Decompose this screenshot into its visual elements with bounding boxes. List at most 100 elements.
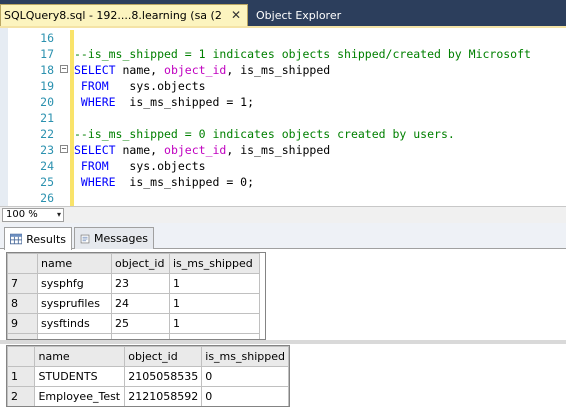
cell-name[interactable]: sysftinds — [37, 313, 112, 334]
code-token: , — [150, 63, 165, 77]
cell-name[interactable]: STUDENTS — [34, 366, 126, 387]
code-token: , is_ms_shipped — [226, 143, 331, 157]
code-token: , is_ms_shipped — [226, 63, 331, 77]
collapse-icon[interactable]: − — [60, 145, 68, 153]
row-number[interactable]: 1 — [7, 366, 36, 387]
change-indicator — [70, 190, 74, 206]
table-row[interactable]: 9 sysftinds 25 1 — [7, 313, 260, 334]
code-token: --is_ms_shipped = 0 indicates objects cr… — [74, 127, 455, 141]
line-number: 23 — [40, 143, 54, 157]
code-line[interactable]: 22 --is_ms_shipped = 0 indicates objects … — [8, 126, 566, 142]
document-tab-strip: SQLQuery8.sql - 192....8.learning (sa (2… — [0, 0, 566, 26]
zoom-value: 100 % — [6, 209, 38, 220]
cell-is-ms-shipped[interactable]: 0 — [201, 366, 289, 387]
code-token: SELECT — [74, 63, 116, 77]
row-number[interactable]: 8 — [7, 293, 38, 314]
code-token: object_id — [164, 63, 227, 77]
cell-object-id[interactable]: 23 — [111, 273, 170, 294]
results-pane: Results Messages name object_id is_ms_sh… — [0, 223, 566, 416]
tab-title: SQLQuery8.sql - 192....8.learning (sa (2… — [4, 9, 222, 22]
line-number: 20 — [40, 95, 54, 109]
code-text: --is_ms_shipped = 0 indicates objects cr… — [74, 126, 455, 142]
code-token: WHERE — [74, 95, 116, 109]
tab-messages[interactable]: Messages — [74, 227, 154, 249]
results-grid-2[interactable]: name object_id is_ms_shipped 1 STUDENTS … — [6, 345, 290, 407]
cell-is-ms-shipped[interactable]: 1 — [169, 313, 260, 334]
tab-sqlquery8[interactable]: SQLQuery8.sql - 192....8.learning (sa (2… — [0, 4, 248, 26]
column-header-name[interactable]: name — [37, 253, 112, 274]
tab-object-explorer[interactable]: Object Explorer — [250, 6, 347, 26]
code-line[interactable]: 20 WHERE is_ms_shipped = 1; — [8, 94, 566, 110]
column-header-is-ms-shipped[interactable]: is_ms_shipped — [169, 253, 260, 274]
cell-object-id[interactable]: 2121058592 — [124, 386, 203, 406]
code-line[interactable]: 21 — [8, 110, 566, 126]
code-line[interactable]: 18− SELECT name, object_id, is_ms_shipped — [8, 62, 566, 78]
code-line[interactable]: 24 FROM sys.objects — [8, 158, 566, 174]
row-number[interactable]: 9 — [7, 313, 38, 334]
code-token: sys.objects — [108, 159, 206, 173]
code-text: WHERE is_ms_shipped = 0; — [74, 174, 254, 190]
table-row[interactable]: 2 Employee_Test 2121058592 0 — [7, 386, 289, 406]
code-line[interactable]: 17 --is_ms_shipped = 1 indicates objects … — [8, 46, 566, 62]
header-row: name object_id is_ms_shipped — [7, 346, 289, 367]
cell-name[interactable]: sysprufiles — [37, 293, 112, 314]
collapse-icon[interactable]: − — [60, 65, 68, 73]
code-token: name — [115, 63, 151, 77]
row-number[interactable]: 2 — [7, 386, 36, 406]
results-table-2: name object_id is_ms_shipped 1 STUDENTS … — [7, 346, 289, 406]
cell-object-id[interactable]: 25 — [111, 313, 170, 334]
change-indicator — [70, 30, 74, 46]
close-icon[interactable]: ✕ — [229, 8, 243, 22]
column-header-object-id[interactable]: object_id — [124, 346, 203, 367]
code-line[interactable]: 26 — [8, 190, 566, 206]
chevron-down-icon: ▾ — [56, 210, 61, 219]
zoom-select[interactable]: 100 % ▾ — [2, 208, 64, 222]
line-number: 17 — [40, 47, 54, 61]
cell-is-ms-shipped[interactable]: 1 — [169, 293, 260, 314]
code-token: is_ms_shipped = 0; — [115, 175, 255, 189]
row-header-corner[interactable] — [7, 346, 36, 367]
code-line[interactable]: 25 WHERE is_ms_shipped = 0; — [8, 174, 566, 190]
cell-name[interactable]: sysphfg — [37, 273, 112, 294]
code-text: SELECT name, object_id, is_ms_shipped — [74, 142, 330, 158]
line-number: 21 — [40, 111, 54, 125]
cell-name[interactable]: Employee_Test — [34, 386, 126, 406]
line-number: 26 — [40, 191, 54, 205]
grid-splitter[interactable] — [0, 340, 566, 344]
cell-is-ms-shipped[interactable]: 1 — [169, 273, 260, 294]
tab-results[interactable]: Results — [4, 227, 72, 250]
query-editor[interactable]: 16 17 --is_ms_shipped = 1 indicates object… — [0, 26, 566, 206]
table-row[interactable]: 1 STUDENTS 2105058535 0 — [7, 366, 289, 387]
tab-results-label: Results — [26, 232, 66, 246]
tab-messages-label: Messages — [94, 232, 148, 245]
selection-margin — [0, 28, 8, 206]
row-number[interactable]: 7 — [7, 273, 38, 294]
column-header-name[interactable]: name — [34, 346, 126, 367]
results-grid-1[interactable]: name object_id is_ms_shipped 7 sysphfg 2… — [6, 252, 266, 340]
code-line[interactable]: 19 FROM sys.objects — [8, 78, 566, 94]
code-token: FROM — [74, 79, 109, 93]
code-token: object_id — [164, 143, 227, 157]
grid-icon — [10, 233, 23, 245]
table-row[interactable]: 7 sysphfg 23 1 — [7, 273, 260, 294]
results-table-1: name object_id is_ms_shipped 7 sysphfg 2… — [7, 253, 260, 339]
line-number: 19 — [40, 79, 54, 93]
code-text: FROM sys.objects — [74, 158, 206, 174]
code-token: name — [115, 143, 151, 157]
row-header-corner[interactable] — [7, 253, 38, 274]
line-number: 16 — [40, 31, 54, 45]
messages-icon — [80, 234, 90, 243]
code-line[interactable]: 23− SELECT name, object_id, is_ms_shipped — [8, 142, 566, 158]
cell-is-ms-shipped[interactable]: 0 — [201, 386, 289, 406]
line-number: 18 — [40, 63, 54, 77]
cell-object-id[interactable]: 2105058535 — [124, 366, 203, 387]
cell-object-id[interactable]: 24 — [111, 293, 170, 314]
line-number: 25 — [40, 175, 54, 189]
column-header-object-id[interactable]: object_id — [111, 253, 170, 274]
code-token: is_ms_shipped = 1; — [115, 95, 255, 109]
code-text: FROM sys.objects — [74, 78, 206, 94]
code-token: --is_ms_shipped = 1 indicates objects sh… — [74, 47, 531, 61]
table-row[interactable]: 8 sysprufiles 24 1 — [7, 293, 260, 314]
column-header-is-ms-shipped[interactable]: is_ms_shipped — [201, 346, 289, 367]
code-line[interactable]: 16 — [8, 30, 566, 46]
